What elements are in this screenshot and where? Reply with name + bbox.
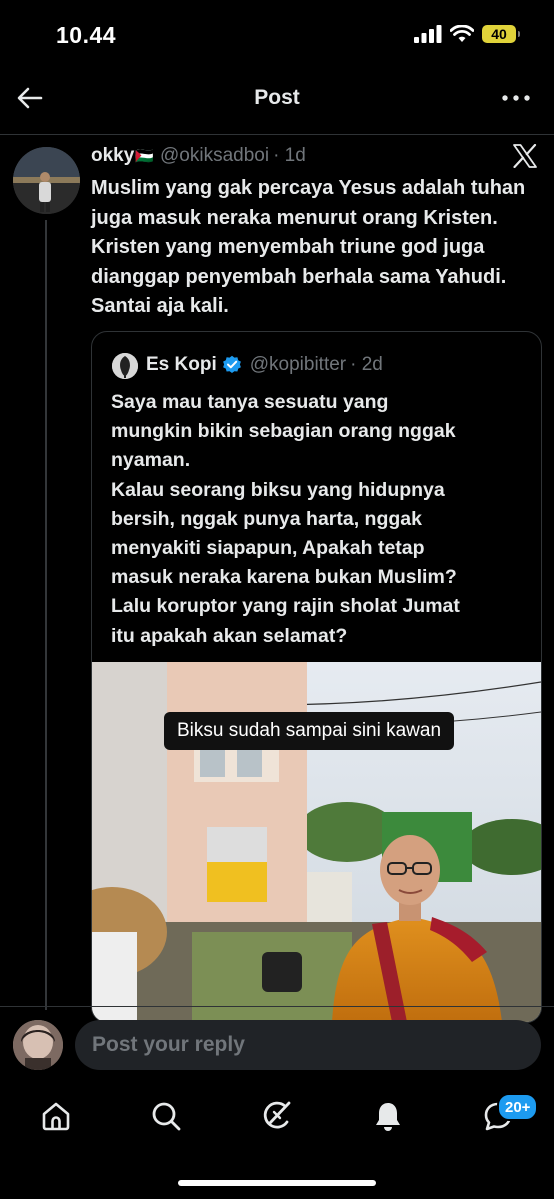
quoted-text-line: nyaman.: [111, 449, 191, 472]
current-user-avatar-image: [13, 1020, 63, 1070]
page-title: Post: [254, 86, 300, 109]
quoted-avatar: [112, 353, 138, 379]
avatar[interactable]: [13, 147, 80, 214]
grok-icon: [263, 1101, 291, 1129]
avatar-image: [13, 147, 80, 214]
quoted-post-card[interactable]: Es Kopi @kopibitter · 2d Saya mau tanya …: [91, 331, 542, 1023]
quoted-media-video[interactable]: Biksu sudah sampai sini kawan: [92, 662, 541, 1022]
notifications-icon: [376, 1103, 400, 1131]
nav-grok[interactable]: [257, 1096, 297, 1136]
post-text: Muslim yang gak percaya Yesus adalah tuh…: [91, 177, 526, 317]
search-icon: [152, 1102, 181, 1131]
reply-divider: [0, 1006, 554, 1007]
current-user-avatar: [13, 1020, 63, 1070]
quoted-text-line: itu apakah akan selamat?: [111, 624, 348, 647]
more-horizontal-icon: [502, 95, 530, 101]
quoted-text-line: menyakiti siapapun, Apakah tetap: [111, 537, 425, 560]
post-time: · 1d: [273, 145, 306, 166]
video-caption: Biksu sudah sampai sini kawan: [164, 712, 455, 750]
status-indicators: 40: [414, 25, 520, 43]
messages-badge: 20+: [497, 1093, 539, 1121]
header-divider: [0, 134, 554, 135]
quoted-text-line: mungkin bikin sebagian orang nggak: [111, 420, 456, 443]
wifi-icon: [450, 25, 474, 42]
bottom-nav: [0, 1088, 554, 1148]
quoted-author-name: Es Kopi: [146, 354, 217, 375]
flag-emoji: 🇵🇸: [135, 148, 154, 165]
home-indicator[interactable]: [178, 1180, 376, 1186]
battery-icon: 40: [482, 25, 520, 43]
post-meta: okky 🇵🇸 @okiksadboi · 1d: [91, 145, 306, 167]
quoted-text-line: masuk neraka karena bukan Muslim?: [111, 566, 457, 589]
status-time: 10.44: [56, 22, 117, 48]
quoted-meta: Es Kopi @kopibitter · 2d: [146, 354, 383, 376]
quoted-text-line: Kalau seorang biksu yang hidupnya: [111, 478, 445, 501]
reply-input[interactable]: Post your reply: [75, 1020, 541, 1070]
x-logo-icon: [513, 143, 537, 169]
signal-icon: [414, 25, 442, 43]
home-icon: [42, 1102, 70, 1131]
nav-search[interactable]: [146, 1096, 186, 1136]
thread-line: [45, 220, 47, 1010]
quoted-text-line: bersih, nggak punya harta, nggak: [111, 507, 422, 530]
quoted-author-handle: @kopibitter: [249, 354, 347, 375]
x-logo-button[interactable]: [512, 143, 538, 173]
author-name[interactable]: okky: [91, 145, 134, 167]
quoted-text-line: Saya mau tanya sesuatu yang: [111, 391, 389, 413]
verified-badge-icon: [222, 355, 241, 373]
author-handle[interactable]: @okiksadboi: [160, 145, 269, 167]
more-button[interactable]: [500, 84, 532, 112]
quoted-text-line: Lalu koruptor yang rajin sholat Jumat: [111, 595, 460, 618]
quoted-avatar-image: [112, 353, 138, 379]
nav-notifications[interactable]: [368, 1096, 408, 1136]
quoted-post-time: · 2d: [350, 354, 383, 375]
quoted-post-text: Saya mau tanya sesuatu yang mungkin biki…: [111, 388, 531, 651]
nav-home[interactable]: [36, 1096, 76, 1136]
